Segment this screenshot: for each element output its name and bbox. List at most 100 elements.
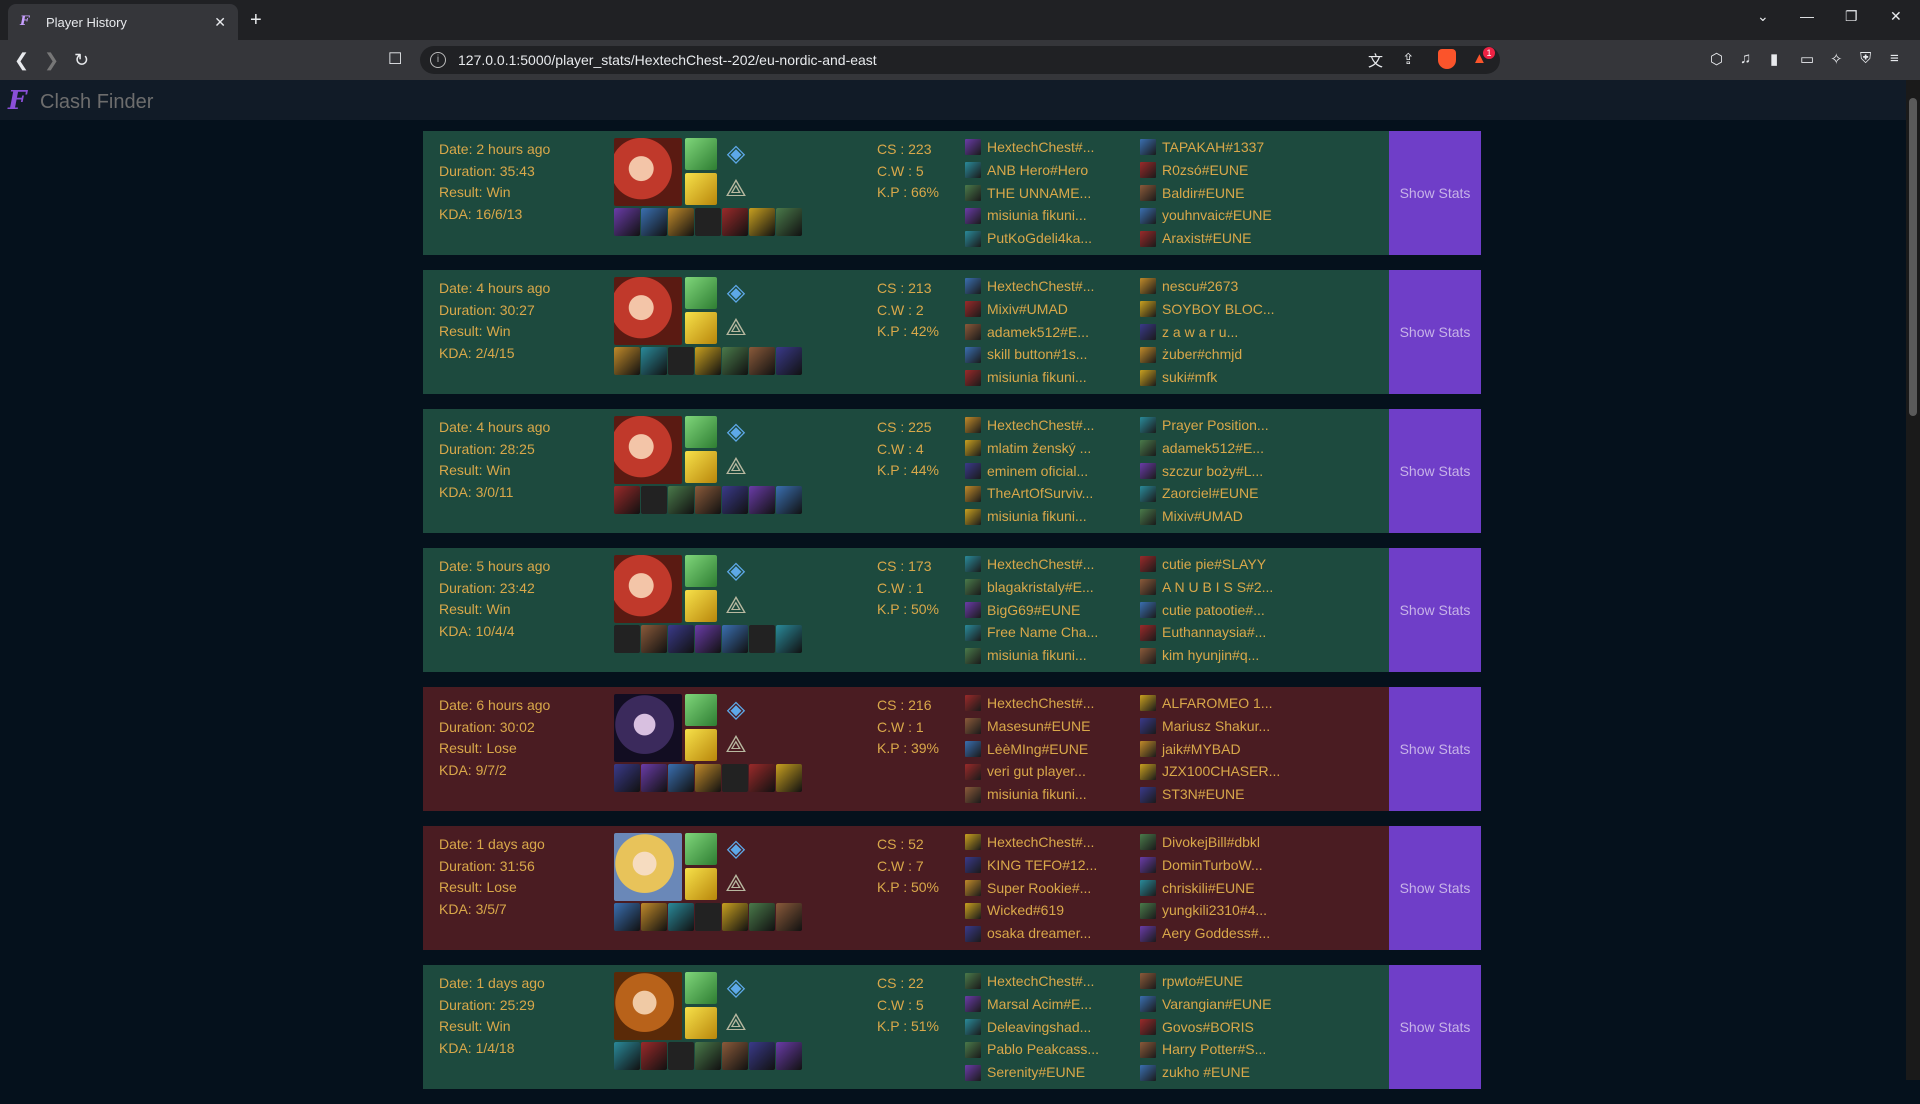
player-name[interactable]: eminem oficial... bbox=[987, 460, 1088, 483]
player-name[interactable]: Mariusz Shakur... bbox=[1162, 715, 1270, 738]
player-row[interactable]: Mixiv#UMAD bbox=[1140, 505, 1269, 528]
player-row[interactable]: osaka dreamer... bbox=[965, 922, 1097, 945]
player-row[interactable]: Prayer Position... bbox=[1140, 414, 1269, 437]
player-name[interactable]: adamek512#E... bbox=[987, 321, 1089, 344]
player-row[interactable]: THE UNNAME... bbox=[965, 182, 1094, 205]
menu-icon[interactable]: ≡ bbox=[1890, 50, 1899, 67]
player-row[interactable]: Aery Goddess#... bbox=[1140, 922, 1270, 945]
show-stats-button[interactable]: Show Stats bbox=[1389, 131, 1481, 255]
app-name[interactable]: Clash Finder bbox=[40, 91, 153, 114]
player-row[interactable]: Govos#BORIS bbox=[1140, 1016, 1271, 1039]
reload-icon[interactable]: ↻ bbox=[74, 48, 89, 72]
player-row[interactable]: Mixiv#UMAD bbox=[965, 298, 1094, 321]
player-name[interactable]: żuber#chmjd bbox=[1162, 343, 1242, 366]
player-row[interactable]: Free Name Cha... bbox=[965, 621, 1098, 644]
player-row[interactable]: misiunia fikuni... bbox=[965, 783, 1094, 806]
player-row[interactable]: TAPAKAH#1337 bbox=[1140, 136, 1272, 159]
back-icon[interactable]: ❮ bbox=[14, 48, 29, 72]
player-row[interactable]: HextechChest#... bbox=[965, 831, 1097, 854]
player-name[interactable]: Free Name Cha... bbox=[987, 621, 1098, 644]
leo-ai-icon[interactable]: ✧ bbox=[1830, 50, 1843, 68]
player-row[interactable]: SOYBOY BLOC... bbox=[1140, 298, 1275, 321]
show-stats-button[interactable]: Show Stats bbox=[1389, 270, 1481, 394]
player-name[interactable]: misiunia fikuni... bbox=[987, 204, 1087, 227]
player-name[interactable]: TheArtOfSurviv... bbox=[987, 482, 1093, 505]
restore-icon[interactable]: ❐ bbox=[1845, 8, 1858, 25]
player-name[interactable]: zukho #EUNE bbox=[1162, 1061, 1250, 1084]
player-row[interactable]: nescu#2673 bbox=[1140, 275, 1275, 298]
player-name[interactable]: rpwto#EUNE bbox=[1162, 970, 1243, 993]
player-row[interactable]: HextechChest#... bbox=[965, 275, 1094, 298]
player-name[interactable]: A N U B I S S#2... bbox=[1162, 576, 1273, 599]
player-name[interactable]: SOYBOY BLOC... bbox=[1162, 298, 1275, 321]
player-row[interactable]: jaik#MYBAD bbox=[1140, 738, 1280, 761]
player-row[interactable]: Varangian#EUNE bbox=[1140, 993, 1271, 1016]
player-name[interactable]: JZX100CHASER... bbox=[1162, 760, 1280, 783]
show-stats-button[interactable]: Show Stats bbox=[1389, 548, 1481, 672]
player-row[interactable]: veri gut player... bbox=[965, 760, 1094, 783]
bookmark-icon[interactable]: ☐ bbox=[388, 48, 402, 72]
player-row[interactable]: Marsal Acim#E... bbox=[965, 993, 1099, 1016]
player-name[interactable]: Baldir#EUNE bbox=[1162, 182, 1244, 205]
player-name[interactable]: chriskili#EUNE bbox=[1162, 877, 1255, 900]
player-row[interactable]: HextechChest#... bbox=[965, 136, 1094, 159]
wallet-icon[interactable]: ▭ bbox=[1800, 50, 1814, 68]
player-row[interactable]: Mariusz Shakur... bbox=[1140, 715, 1280, 738]
player-row[interactable]: Zaorciel#EUNE bbox=[1140, 482, 1269, 505]
show-stats-button[interactable]: Show Stats bbox=[1389, 687, 1481, 811]
player-row[interactable]: cutie patootie#... bbox=[1140, 599, 1273, 622]
player-row[interactable]: LèèMIng#EUNE bbox=[965, 738, 1094, 761]
player-name[interactable]: Mixiv#UMAD bbox=[987, 298, 1068, 321]
player-name[interactable]: HextechChest#... bbox=[987, 136, 1094, 159]
player-name[interactable]: szczur boży#L... bbox=[1162, 460, 1263, 483]
player-row[interactable]: R0zsó#EUNE bbox=[1140, 159, 1272, 182]
player-row[interactable]: chriskili#EUNE bbox=[1140, 877, 1270, 900]
sidebar-icon[interactable]: ▮ bbox=[1770, 50, 1778, 68]
player-name[interactable]: Varangian#EUNE bbox=[1162, 993, 1271, 1016]
player-name[interactable]: misiunia fikuni... bbox=[987, 505, 1087, 528]
player-name[interactable]: R0zsó#EUNE bbox=[1162, 159, 1248, 182]
player-name[interactable]: Super Rookie#... bbox=[987, 877, 1091, 900]
player-name[interactable]: Serenity#EUNE bbox=[987, 1061, 1085, 1084]
player-row[interactable]: TheArtOfSurviv... bbox=[965, 482, 1094, 505]
player-row[interactable]: Baldir#EUNE bbox=[1140, 182, 1272, 205]
translate-icon[interactable]: 文 bbox=[1368, 50, 1383, 71]
player-row[interactable]: blagakristaly#E... bbox=[965, 576, 1098, 599]
player-row[interactable]: Euthannaysia#... bbox=[1140, 621, 1273, 644]
extensions-icon[interactable]: ⬡ bbox=[1710, 50, 1723, 68]
player-name[interactable]: mlatim ženský ... bbox=[987, 437, 1091, 460]
player-name[interactable]: Araxist#EUNE bbox=[1162, 227, 1251, 250]
player-name[interactable]: misiunia fikuni... bbox=[987, 644, 1087, 667]
player-row[interactable]: zukho #EUNE bbox=[1140, 1061, 1271, 1084]
tab-search-chevron-icon[interactable]: ⌄ bbox=[1757, 8, 1769, 25]
player-row[interactable]: Masesun#EUNE bbox=[965, 715, 1094, 738]
player-name[interactable]: jaik#MYBAD bbox=[1162, 738, 1241, 761]
player-row[interactable]: adamek512#E... bbox=[965, 321, 1094, 344]
player-name[interactable]: Prayer Position... bbox=[1162, 414, 1269, 437]
player-name[interactable]: Masesun#EUNE bbox=[987, 715, 1091, 738]
player-row[interactable]: HextechChest#... bbox=[965, 692, 1094, 715]
player-name[interactable]: HextechChest#... bbox=[987, 414, 1094, 437]
player-name[interactable]: HextechChest#... bbox=[987, 553, 1094, 576]
player-name[interactable]: Deleavingshad... bbox=[987, 1016, 1091, 1039]
player-row[interactable]: KING TEFO#12... bbox=[965, 854, 1097, 877]
player-row[interactable]: mlatim ženský ... bbox=[965, 437, 1094, 460]
player-row[interactable]: Super Rookie#... bbox=[965, 877, 1097, 900]
player-row[interactable]: cutie pie#SLAYY bbox=[1140, 553, 1273, 576]
player-row[interactable]: żuber#chmjd bbox=[1140, 343, 1275, 366]
player-row[interactable]: BigG69#EUNE bbox=[965, 599, 1098, 622]
player-row[interactable]: suki#mfk bbox=[1140, 366, 1275, 389]
scrollbar-thumb[interactable] bbox=[1909, 98, 1917, 416]
player-row[interactable]: ST3N#EUNE bbox=[1140, 783, 1280, 806]
site-info-icon[interactable]: i bbox=[430, 52, 446, 68]
player-name[interactable]: yungkili2310#4... bbox=[1162, 899, 1267, 922]
player-name[interactable]: HextechChest#... bbox=[987, 275, 1094, 298]
player-name[interactable]: HextechChest#... bbox=[987, 692, 1094, 715]
player-row[interactable]: Harry Potter#S... bbox=[1140, 1038, 1271, 1061]
player-name[interactable]: veri gut player... bbox=[987, 760, 1086, 783]
player-name[interactable]: LèèMIng#EUNE bbox=[987, 738, 1088, 761]
player-name[interactable]: nescu#2673 bbox=[1162, 275, 1238, 298]
player-row[interactable]: misiunia fikuni... bbox=[965, 204, 1094, 227]
player-row[interactable]: A N U B I S S#2... bbox=[1140, 576, 1273, 599]
player-row[interactable]: HextechChest#... bbox=[965, 414, 1094, 437]
